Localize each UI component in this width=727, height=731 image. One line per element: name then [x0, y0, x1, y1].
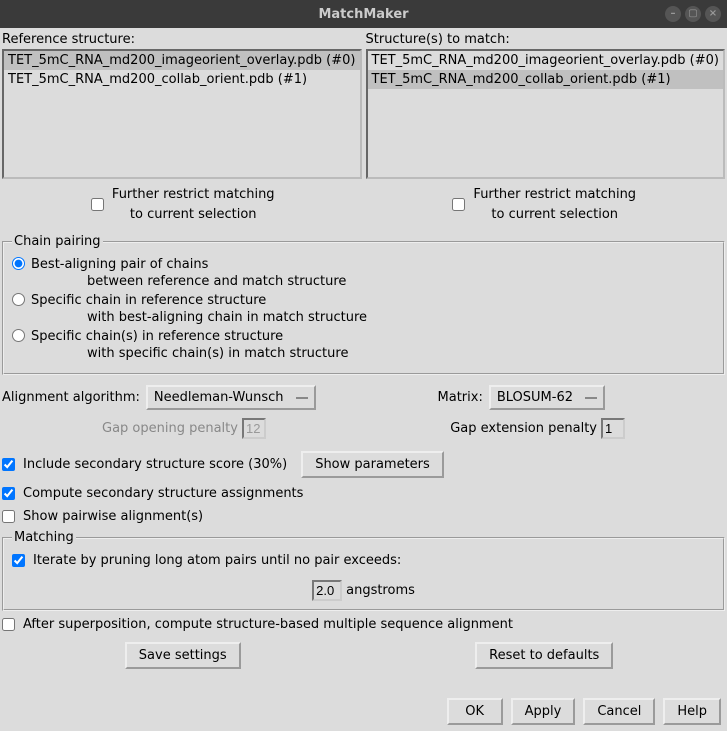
after-superposition-label: After superposition, compute structure-b… [23, 617, 513, 632]
cancel-button[interactable]: Cancel [583, 698, 655, 725]
show-pairwise-label: Show pairwise alignment(s) [23, 509, 203, 524]
include-ss-checkbox[interactable] [2, 458, 15, 471]
chain-pairing-radio-specific-both[interactable] [12, 329, 25, 342]
algorithm-dropdown[interactable]: Needleman-Wunsch [146, 385, 316, 410]
ok-button[interactable]: OK [447, 698, 503, 725]
compute-ss-checkbox[interactable] [2, 487, 15, 500]
reset-defaults-button[interactable]: Reset to defaults [475, 642, 613, 669]
matrix-dropdown[interactable]: BLOSUM-62 [489, 385, 605, 410]
titlebar: MatchMaker – ▢ × [0, 0, 727, 28]
restrict-match-label: Further restrict matching to current sel… [473, 185, 636, 224]
algorithm-label: Alignment algorithm: [2, 390, 140, 405]
show-parameters-button[interactable]: Show parameters [301, 451, 444, 478]
gap-open-label: Gap opening penalty [102, 421, 238, 436]
matching-group: Matching Iterate by pruning long atom pa… [2, 530, 725, 611]
after-superposition-checkbox[interactable] [2, 618, 15, 631]
help-button[interactable]: Help [663, 698, 721, 725]
restrict-reference-label: Further restrict matching to current sel… [112, 185, 275, 224]
iterate-checkbox[interactable] [12, 554, 25, 567]
apply-button[interactable]: Apply [511, 698, 576, 725]
gap-ext-label: Gap extension penalty [450, 421, 597, 436]
restrict-reference-checkbox[interactable] [91, 198, 104, 211]
close-icon[interactable]: × [705, 6, 721, 22]
chevron-down-icon [296, 397, 308, 399]
reference-listbox[interactable]: TET_5mC_RNA_md200_imageorient_overlay.pd… [2, 49, 362, 179]
chain-pairing-radio-specific-ref[interactable] [12, 293, 25, 306]
chain-pairing-legend: Chain pairing [12, 234, 103, 249]
show-pairwise-checkbox[interactable] [2, 510, 15, 523]
matrix-label: Matrix: [438, 390, 483, 405]
save-settings-button[interactable]: Save settings [125, 642, 241, 669]
angstrom-input[interactable] [312, 580, 342, 601]
include-ss-label: Include secondary structure score (30%) [23, 457, 287, 472]
restrict-match-checkbox[interactable] [452, 198, 465, 211]
gap-ext-input[interactable] [601, 418, 625, 439]
matching-legend: Matching [12, 530, 76, 545]
chain-pairing-group: Chain pairing Best-aligning pair of chai… [2, 234, 725, 375]
gap-open-input [242, 418, 266, 439]
match-listbox[interactable]: TET_5mC_RNA_md200_imageorient_overlay.pd… [366, 49, 726, 179]
match-label: Structure(s) to match: [366, 30, 726, 49]
chain-pairing-radio-best[interactable] [12, 257, 25, 270]
chevron-down-icon [585, 397, 597, 399]
minimize-icon[interactable]: – [665, 6, 681, 22]
window: MatchMaker – ▢ × Reference structure: TE… [0, 0, 727, 731]
reference-label: Reference structure: [2, 30, 362, 49]
maximize-icon[interactable]: ▢ [685, 6, 701, 22]
compute-ss-label: Compute secondary structure assignments [23, 486, 303, 501]
list-item[interactable]: TET_5mC_RNA_md200_imageorient_overlay.pd… [368, 51, 724, 70]
window-title: MatchMaker [318, 7, 408, 22]
list-item[interactable]: TET_5mC_RNA_md200_imageorient_overlay.pd… [4, 51, 360, 70]
dialog-content: Reference structure: TET_5mC_RNA_md200_i… [0, 28, 727, 731]
iterate-label: Iterate by pruning long atom pairs until… [33, 553, 401, 568]
list-item[interactable]: TET_5mC_RNA_md200_collab_orient.pdb (#1) [4, 70, 360, 89]
angstrom-unit: angstroms [346, 583, 415, 598]
list-item[interactable]: TET_5mC_RNA_md200_collab_orient.pdb (#1) [368, 70, 724, 89]
